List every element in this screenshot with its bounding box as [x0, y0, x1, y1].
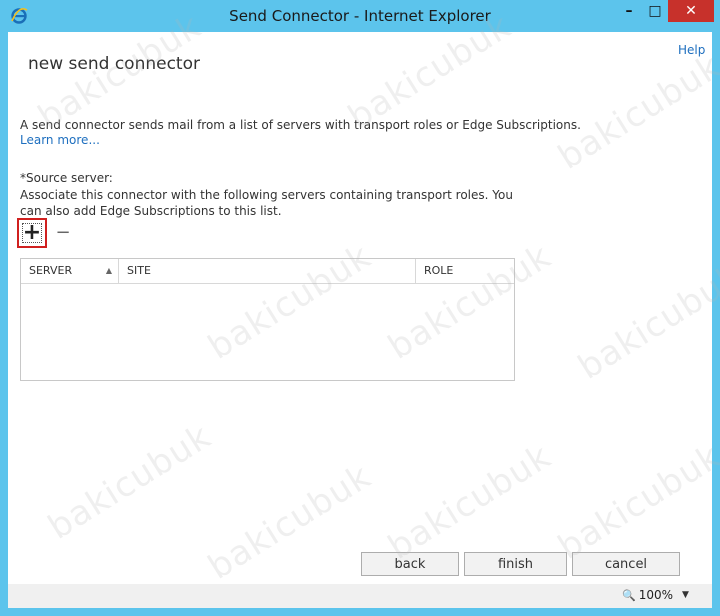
minimize-button[interactable]: –: [616, 0, 642, 22]
watermark: bakicubuk: [551, 436, 720, 568]
watermark: bakicubuk: [41, 416, 219, 548]
dialog-content: Help new send connector A send connector…: [8, 6, 720, 588]
column-label-server: SERVER: [29, 264, 73, 277]
watermark: bakicubuk: [551, 46, 720, 178]
sort-ascending-icon: ▲: [105, 266, 112, 275]
remove-server-button[interactable]: −: [54, 221, 72, 243]
source-server-label: *Source server:: [20, 171, 113, 185]
connector-description: A send connector sends mail from a list …: [20, 118, 581, 132]
watermark: bakicubuk: [201, 456, 379, 588]
learn-more-link[interactable]: Learn more...: [20, 133, 100, 147]
column-label-site: SITE: [127, 264, 151, 277]
column-header-server[interactable]: SERVER ▲: [21, 259, 119, 283]
close-button[interactable]: ✕: [668, 0, 714, 22]
title-bar[interactable]: Send Connector - Internet Explorer – □ ✕: [0, 0, 720, 32]
cancel-button[interactable]: cancel: [572, 552, 680, 576]
minus-icon: −: [55, 221, 71, 243]
source-server-grid[interactable]: SERVER ▲ SITE ROLE: [20, 258, 515, 381]
watermark: bakicubuk: [571, 256, 720, 388]
window-title: Send Connector - Internet Explorer: [229, 7, 491, 25]
add-server-button[interactable]: +: [17, 218, 47, 248]
chevron-down-icon: ▼: [682, 590, 689, 600]
finish-button[interactable]: finish: [464, 552, 567, 576]
zoom-icon: 🔍: [622, 588, 636, 602]
maximize-button[interactable]: □: [642, 0, 668, 22]
grid-header: SERVER ▲ SITE ROLE: [21, 259, 514, 284]
status-bar: 🔍 100% ▼: [8, 584, 712, 608]
watermark: bakicubuk: [381, 436, 559, 568]
zoom-level: 100%: [638, 588, 674, 602]
column-header-site[interactable]: SITE: [119, 259, 416, 283]
column-header-role[interactable]: ROLE: [416, 259, 514, 283]
source-server-description: Associate this connector with the follow…: [20, 188, 513, 218]
back-button[interactable]: back: [361, 552, 459, 576]
column-label-role: ROLE: [424, 264, 454, 277]
browser-window: Send Connector - Internet Explorer – □ ✕…: [0, 0, 720, 616]
page-title: new send connector: [28, 54, 200, 74]
plus-icon: +: [22, 220, 42, 245]
zoom-control[interactable]: 🔍 100% ▼: [622, 588, 689, 602]
help-link[interactable]: Help: [678, 43, 705, 57]
